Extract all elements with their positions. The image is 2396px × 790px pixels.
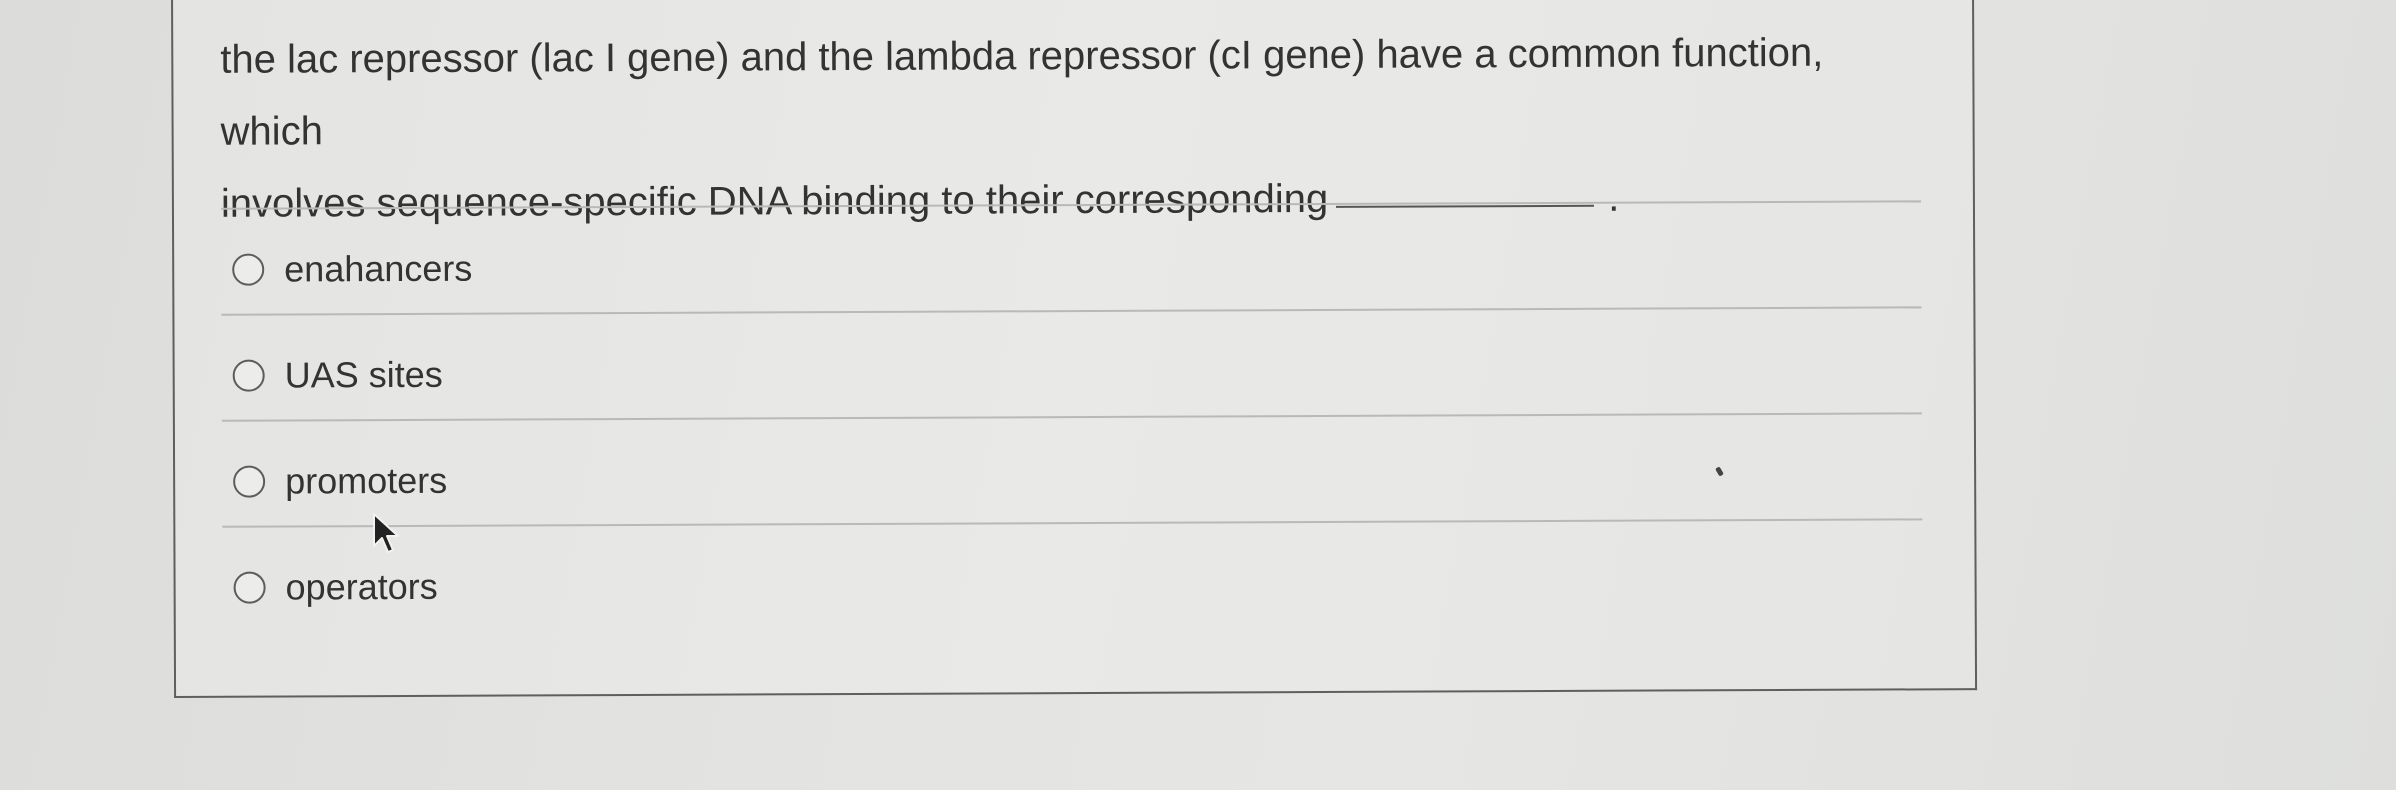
radio-button-icon[interactable] — [233, 465, 266, 498]
option-uas-sites[interactable]: UAS sites — [232, 345, 443, 406]
option-label: promoters — [285, 459, 448, 502]
question-card: the lac repressor (lac I gene) and the l… — [171, 0, 1978, 698]
option-label: operators — [285, 565, 438, 608]
question-text-line2: involves sequence-specific DNA binding t… — [220, 176, 1329, 226]
option-divider — [221, 412, 1922, 422]
option-label: UAS sites — [284, 353, 443, 396]
radio-button-icon[interactable] — [232, 253, 265, 286]
option-operators[interactable]: operators — [233, 557, 438, 618]
question-text-line1: the lac repressor (lac I gene) and the l… — [220, 30, 1824, 154]
option-divider — [222, 518, 1923, 528]
option-promoters[interactable]: promoters — [233, 451, 447, 512]
option-enahancers[interactable]: enahancers — [232, 239, 472, 300]
answer-blank — [1336, 204, 1595, 208]
option-divider — [221, 306, 1922, 316]
mouse-pointer-icon — [373, 513, 399, 553]
radio-button-icon[interactable] — [232, 359, 265, 392]
radio-button-icon[interactable] — [233, 571, 266, 604]
question-period: . — [1608, 175, 1620, 220]
option-label: enahancers — [284, 247, 473, 290]
